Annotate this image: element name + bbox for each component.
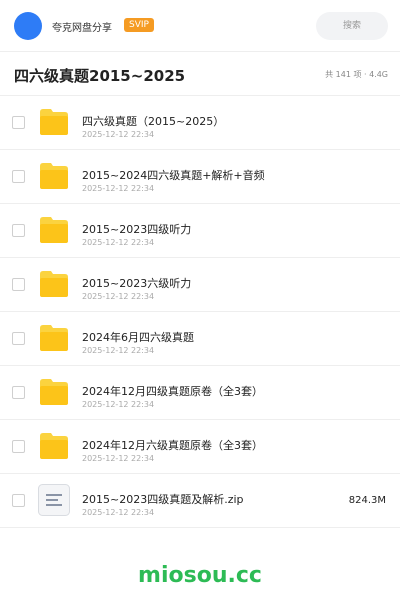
file-date: 2025-12-12 22:34 [82,400,155,409]
share-page: 夸克网盘分享 SVIP 搜索 四六级真题2015~2025 共 141 项 · … [0,0,400,600]
row-checkbox[interactable] [12,386,25,399]
file-row[interactable]: 2024年12月六级真题原卷（全3套） 2025-12-12 22:34 [0,420,400,474]
file-name[interactable]: 2015~2023四级听力 [82,221,191,237]
file-name[interactable]: 2024年12月六级真题原卷（全3套） [82,437,263,453]
file-date: 2025-12-12 22:34 [82,238,155,247]
row-checkbox[interactable] [12,278,25,291]
file-row[interactable]: 2024年12月四级真题原卷（全3套） 2025-12-12 22:34 [0,366,400,420]
row-checkbox[interactable] [12,440,25,453]
title-bar: 四六级真题2015~2025 共 141 项 · 4.4G [0,52,400,96]
row-checkbox[interactable] [12,116,25,129]
file-date: 2025-12-12 22:34 [82,508,155,517]
folder-icon [40,217,68,243]
file-row[interactable]: 2015~2023四级听力 2025-12-12 22:34 [0,204,400,258]
file-name[interactable]: 2015~2023六级听力 [82,275,191,291]
file-icon [38,484,70,516]
folder-icon [40,271,68,297]
row-checkbox[interactable] [12,224,25,237]
file-row[interactable]: 2024年6月四六级真题 2025-12-12 22:34 [0,312,400,366]
file-row[interactable]: 2015~2023四级真题及解析.zip 2025-12-12 22:34 824.… [0,474,400,528]
file-list: 四六级真题（2015~2025） 2025-12-12 22:34 2015~202… [0,96,400,528]
row-checkbox[interactable] [12,494,25,507]
file-date: 2025-12-12 22:34 [82,346,155,355]
folder-icon [40,433,68,459]
file-name[interactable]: 2015~2024四六级真题+解析+音频 [82,167,265,183]
file-summary: 共 141 项 · 4.4G [325,70,388,79]
file-size: 824.3M [348,495,386,506]
file-name[interactable]: 四六级真题（2015~2025） [82,113,224,129]
file-row[interactable]: 2015~2023六级听力 2025-12-12 22:34 [0,258,400,312]
search-input[interactable]: 搜索 [316,12,388,40]
user-name: 夸克网盘分享 [52,23,112,34]
row-checkbox[interactable] [12,170,25,183]
file-date: 2025-12-12 22:34 [82,184,155,193]
svip-badge: SVIP [124,18,154,32]
file-row[interactable]: 四六级真题（2015~2025） 2025-12-12 22:34 [0,96,400,150]
row-checkbox[interactable] [12,332,25,345]
file-date: 2025-12-12 22:34 [82,292,155,301]
page-title: 四六级真题2015~2025 [14,67,186,85]
file-name[interactable]: 2015~2023四级真题及解析.zip [82,491,244,507]
header: 夸克网盘分享 SVIP 搜索 [0,0,400,52]
avatar[interactable] [14,12,42,40]
folder-icon [40,109,68,135]
file-date: 2025-12-12 22:34 [82,130,155,139]
file-name[interactable]: 2024年6月四六级真题 [82,329,194,345]
folder-icon [40,379,68,405]
file-name[interactable]: 2024年12月四级真题原卷（全3套） [82,383,263,399]
file-row[interactable]: 2015~2024四六级真题+解析+音频 2025-12-12 22:34 [0,150,400,204]
folder-icon [40,325,68,351]
folder-icon [40,163,68,189]
watermark-text: miosou.cc [138,563,262,588]
file-date: 2025-12-12 22:34 [82,454,155,463]
